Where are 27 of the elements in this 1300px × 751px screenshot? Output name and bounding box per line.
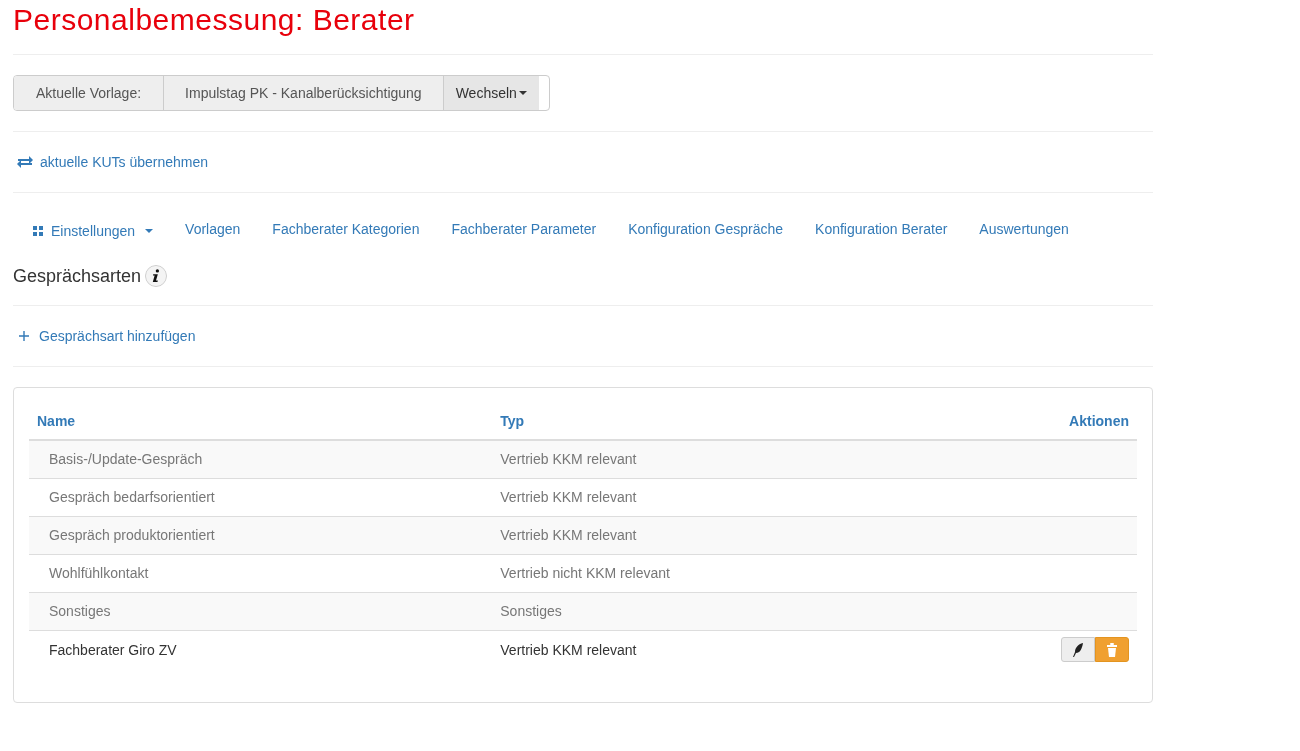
add-link[interactable]: Gesprächsart hinzufügen <box>19 328 196 344</box>
switch-dropdown-button[interactable]: Wechseln <box>443 76 539 110</box>
edit-button[interactable] <box>1061 637 1095 662</box>
section-title: Gesprächsarten <box>13 265 142 287</box>
template-label: Aktuelle Vorlage: <box>14 76 165 110</box>
table-cell: Vertrieb KKM relevant <box>492 516 937 555</box>
table-cell: Vertrieb KKM relevant <box>492 440 937 479</box>
table-cell: Sonstiges <box>29 592 493 631</box>
settings-menu[interactable]: Einstellungen <box>13 223 170 239</box>
table-cell: Gespräch produktorientiert <box>29 516 493 555</box>
table-cell: Sonstiges <box>492 592 937 631</box>
plus-icon <box>19 331 29 341</box>
swap-arrows-icon <box>16 155 34 169</box>
page-title: Personalbemessung: Berater <box>13 2 416 38</box>
nav-link[interactable]: Vorlagen <box>169 219 257 239</box>
trash-icon <box>1106 641 1118 658</box>
nav-link[interactable]: Auswertungen <box>963 219 1085 239</box>
nav-link[interactable]: Fachberater Parameter <box>435 219 613 239</box>
sync-link[interactable]: aktuelle KUTs übernehmen <box>16 154 209 170</box>
info-icon[interactable] <box>145 265 168 287</box>
nav-link[interactable]: Konfiguration Gespräche <box>612 219 800 239</box>
feather-icon <box>1072 641 1084 658</box>
table-cell: Basis-/Update-Gespräch <box>29 440 493 479</box>
nav-link[interactable]: Fachberater Kategorien <box>256 219 436 239</box>
grid-icon <box>33 226 43 236</box>
nav-link[interactable]: Konfiguration Berater <box>799 219 964 239</box>
template-value: Impulstag PK - Kanalberücksichtigung <box>164 76 444 110</box>
